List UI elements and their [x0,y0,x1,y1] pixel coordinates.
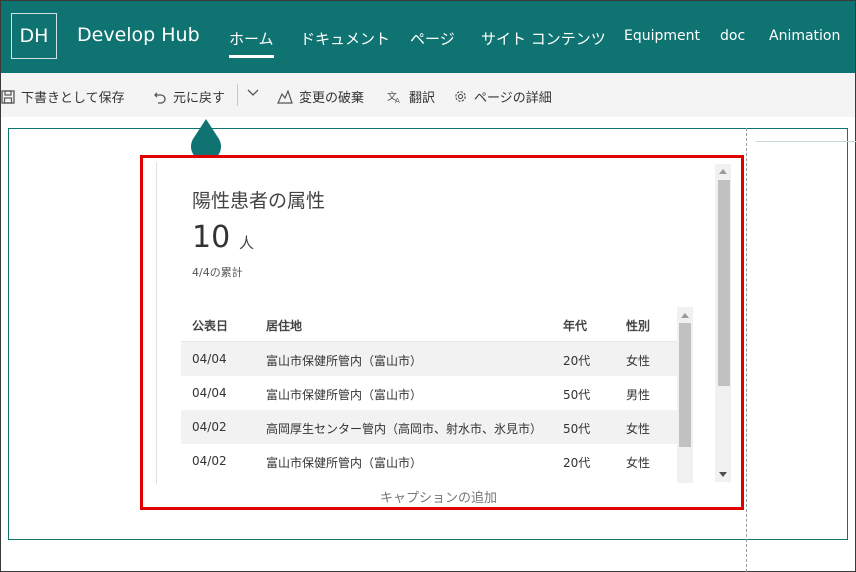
site-header: DH Develop Hub ホーム ドキュメント ページ サイト コンテンツ … [1,1,855,73]
column-header[interactable]: 居住地 [266,317,302,334]
table-scroll-thumb[interactable] [679,323,691,447]
table-row: 04/04 富山市保健所管内（富山市） 50代 男性 [181,376,677,410]
widget-scroll-thumb[interactable] [718,180,730,386]
scroll-up-arrow-icon[interactable] [719,169,727,174]
drop-marker-icon [191,119,221,162]
svg-text:A: A [395,97,400,104]
widget-scrollbar[interactable] [715,164,731,482]
translate-label: 翻訳 [409,91,436,106]
table-cell: 50代 [563,422,591,436]
patients-table: 公表日 居住地 年代 性別 04/04 富山市保健所管内（富山市） 20代 女性… [181,307,677,483]
table-scrollbar[interactable] [677,307,693,483]
table-row: 04/02 富山市保健所管内（富山市） 20代 女性 [181,444,677,478]
command-separator [237,84,238,106]
table-cell: 04/04 [192,386,227,400]
patient-count: 10 [192,220,231,255]
undo-label: 元に戻す [173,91,226,106]
embedded-widget[interactable]: 陽性患者の属性 10 人 4/4の累計 公表日 居住地 年代 性別 04/04 … [156,162,733,484]
column-header[interactable]: 性別 [626,317,650,334]
chevron-down-icon [247,89,259,97]
gear-icon [453,89,468,104]
nav-doc[interactable]: doc [720,28,745,44]
site-logo-initials: DH [19,25,49,47]
widget-subtitle: 4/4の累計 [192,266,243,279]
nav-animation[interactable]: Animation [769,28,840,44]
section-column-divider [746,128,747,572]
discard-label: 変更の破棄 [299,91,365,106]
table-row: 04/02 高岡厚生センター管内（高岡市、射水市、氷見市） 50代 女性 [181,410,677,444]
command-bar: 下書きとして保存 元に戻す 変更の破棄 文A 翻訳 ページの詳細 [1,73,855,117]
translate-button[interactable]: 文A 翻訳 [387,87,436,107]
table-cell: 女性 [626,456,651,470]
discard-changes-button[interactable]: 変更の破棄 [277,87,364,106]
scroll-down-arrow-icon[interactable] [719,472,727,477]
table-cell: 04/04 [192,352,227,366]
save-draft-label: 下書きとして保存 [21,91,125,106]
section-right-guide [756,141,856,142]
translate-icon: 文A [387,90,403,104]
site-title[interactable]: Develop Hub [77,24,200,46]
table-cell: 女性 [626,422,651,436]
table-cell: 20代 [563,354,591,368]
table-cell: 富山市保健所管内（富山市） [266,456,423,470]
caption-input[interactable]: キャプションの追加 [380,487,497,506]
scroll-up-arrow-icon[interactable] [681,313,689,318]
table-cell: 04/02 [192,420,227,434]
save-icon [1,89,15,104]
count-unit: 人 [239,234,255,252]
undo-button[interactable]: 元に戻す [153,87,225,106]
table-cell: 富山市保健所管内（富山市） [266,354,423,368]
table-cell: 50代 [563,388,591,402]
table-cell: 高岡厚生センター管内（高岡市、射水市、氷見市） [266,422,543,436]
nav-home[interactable]: ホーム [229,28,274,58]
column-header[interactable]: 年代 [563,317,587,334]
site-logo[interactable]: DH [11,13,57,59]
undo-icon [153,90,167,104]
nav-site-contents[interactable]: サイト コンテンツ [481,28,606,49]
table-cell: 20代 [563,456,591,470]
discard-icon [277,89,293,104]
table-cell: 女性 [626,354,651,368]
nav-documents[interactable]: ドキュメント [300,28,390,49]
table-header-row: 公表日 居住地 年代 性別 [181,307,677,342]
column-header[interactable]: 公表日 [192,317,228,334]
table-cell: 富山市保健所管内（富山市） [266,388,423,402]
undo-dropdown-button[interactable] [247,89,259,97]
save-draft-button[interactable]: 下書きとして保存 [1,87,125,106]
table-row: 04/04 富山市保健所管内（富山市） 20代 女性 [181,342,677,376]
widget-title: 陽性患者の属性 [192,190,326,212]
nav-pages[interactable]: ページ [410,28,455,49]
table-cell: 男性 [626,388,651,402]
page-details-label: ページの詳細 [474,91,552,106]
table-cell: 04/02 [192,454,227,468]
page-details-button[interactable]: ページの詳細 [453,87,552,106]
nav-equipment[interactable]: Equipment [624,28,700,44]
